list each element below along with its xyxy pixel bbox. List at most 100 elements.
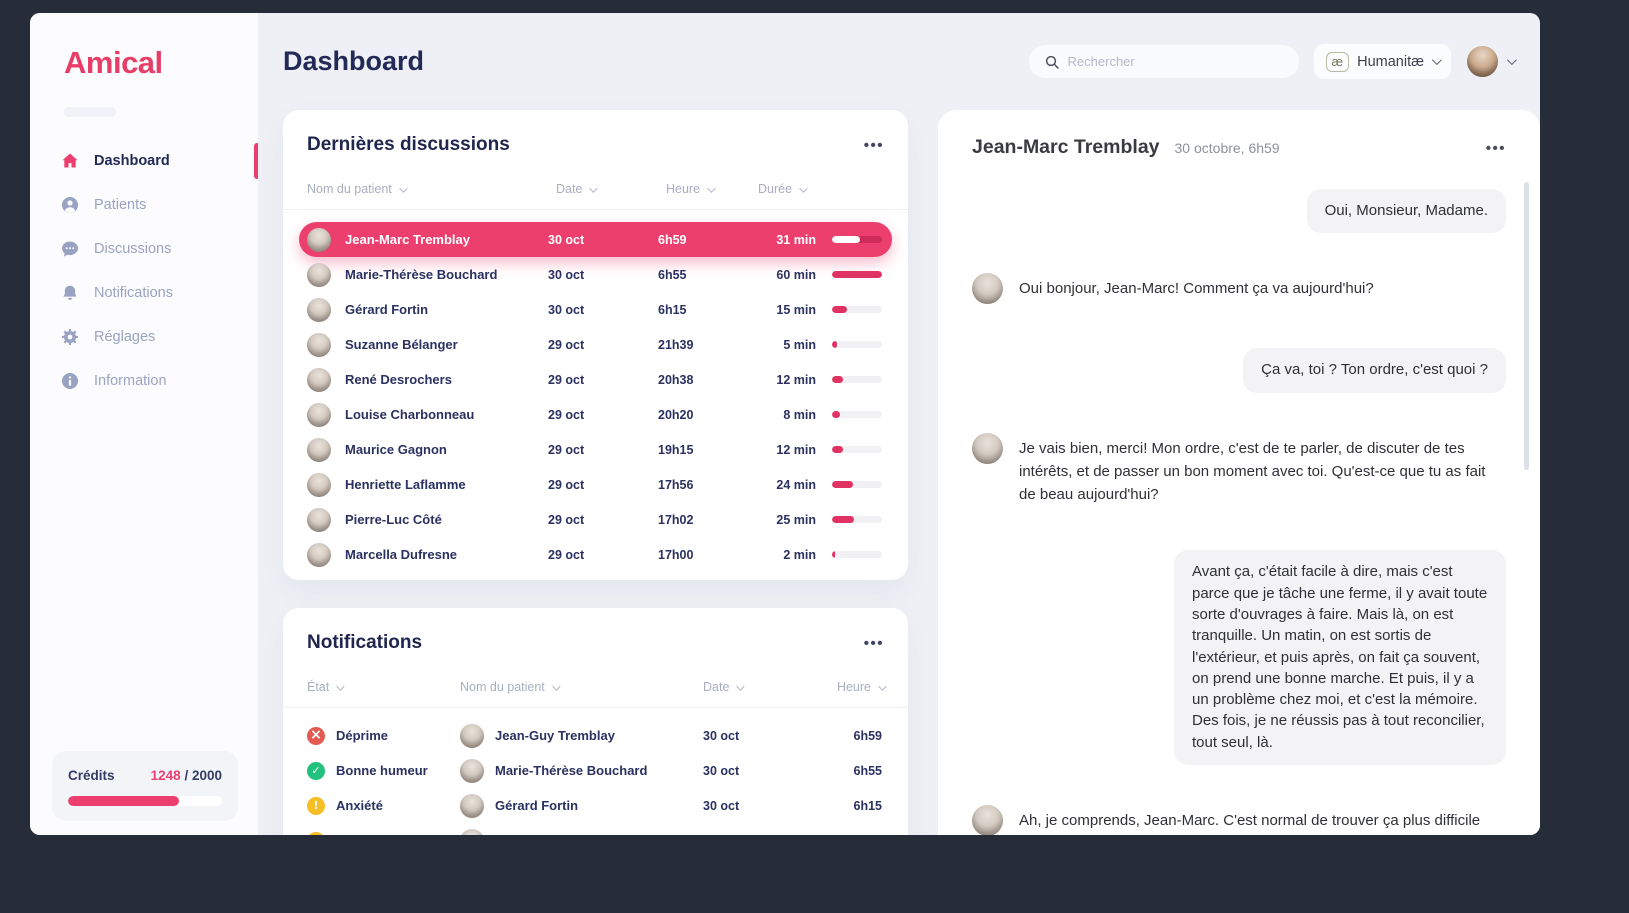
discussion-duration: 8 min: [750, 408, 816, 422]
duration-bar: [832, 306, 882, 313]
chat-messages: Oui, Monsieur, Madame. Oui bonjour, Jean…: [972, 189, 1506, 835]
sidebar-item-settings[interactable]: Réglages: [30, 315, 258, 359]
chat-scrollbar[interactable]: [1524, 182, 1529, 470]
user-menu[interactable]: [1467, 46, 1514, 77]
column-sort-duration[interactable]: Durée: [758, 182, 824, 196]
duration-bar: [832, 411, 882, 418]
sidebar: Amical Dashboard Patients Discussions No…: [30, 13, 258, 835]
discussion-duration: 25 min: [750, 513, 816, 527]
search-icon: [1045, 55, 1059, 69]
chevron-down-icon: [1507, 55, 1517, 65]
discussions-column-headers: Nom du patient Date Heure Durée: [283, 178, 908, 200]
discussion-date: 29 oct: [548, 443, 658, 457]
duration-bar: [832, 551, 882, 558]
discussion-row[interactable]: Gérard Fortin 30 oct 6h15 15 min: [299, 292, 892, 327]
sidebar-item-dashboard[interactable]: Dashboard: [30, 139, 258, 183]
status-label: Anxiété: [336, 798, 383, 813]
chat-panel: Jean-Marc Tremblay 30 octobre, 6h59 ••• …: [938, 110, 1540, 835]
patient-avatar: [307, 473, 331, 497]
credits-value: 1248 / 2000: [151, 768, 222, 783]
app-window: Amical Dashboard Patients Discussions No…: [30, 13, 1540, 835]
chat-timestamp: 30 octobre, 6h59: [1175, 140, 1280, 156]
discussion-time: 17h56: [658, 478, 750, 492]
active-indicator: [254, 143, 258, 179]
language-selector[interactable]: æ Humanitæ: [1314, 44, 1451, 79]
sidebar-item-label: Réglages: [94, 329, 155, 345]
discussion-time: 17h00: [658, 548, 750, 562]
patient-avatar: [307, 368, 331, 392]
patient-avatar: [307, 438, 331, 462]
discussion-row[interactable]: Jean-Marc Tremblay 30 oct 6h59 31 min: [299, 222, 892, 257]
duration-bar: [832, 481, 882, 488]
sidebar-item-label: Notifications: [94, 285, 173, 301]
patient-name: Marcella Dufresne: [345, 547, 457, 562]
discussions-title: Dernières discussions: [307, 134, 510, 156]
discussion-row[interactable]: Pierre-Luc Côté 29 oct 17h02 25 min: [299, 502, 892, 537]
discussion-time: 20h38: [658, 373, 750, 387]
column-sort-name[interactable]: Nom du patient: [307, 182, 556, 196]
divider: [283, 209, 908, 210]
discussion-row[interactable]: Louise Charbonneau 29 oct 20h20 8 min: [299, 397, 892, 432]
credits-progress: [68, 796, 222, 806]
discussion-row[interactable]: Henriette Laflamme 29 oct 17h56 24 min: [299, 467, 892, 502]
user-avatar: [1467, 46, 1498, 77]
search-bar[interactable]: [1028, 44, 1300, 79]
status-label: Bonne humeur: [336, 763, 428, 778]
more-menu-icon[interactable]: •••: [864, 138, 884, 153]
more-menu-icon[interactable]: •••: [864, 636, 884, 651]
notifications-title: Notifications: [307, 632, 422, 654]
chat-message: Je vais bien, merci! Mon ordre, c'est de…: [972, 437, 1506, 507]
content-area: Dernières discussions ••• Nom du patient…: [283, 110, 1540, 835]
notification-row[interactable]: Déprime Jean-Guy Tremblay 30 oct 6h59: [307, 718, 884, 753]
more-menu-icon[interactable]: •••: [1486, 141, 1506, 156]
chevron-down-icon: [590, 184, 598, 192]
message-text: Oui, Monsieur, Madame.: [1307, 189, 1506, 233]
column-sort-date[interactable]: Date: [556, 182, 666, 196]
discussion-row[interactable]: Suzanne Bélanger 29 oct 21h39 5 min: [299, 327, 892, 362]
column-sort-date[interactable]: Date: [703, 680, 815, 694]
discussion-time: 19h15: [658, 443, 750, 457]
chat-message: Avant ça, c'était facile à dire, mais c'…: [972, 550, 1506, 765]
discussion-row[interactable]: René Desrochers 29 oct 20h38 12 min: [299, 362, 892, 397]
duration-bar: [832, 271, 882, 278]
discussion-row[interactable]: Maurice Gagnon 29 oct 19h15 12 min: [299, 432, 892, 467]
duration-bar-fill: [832, 411, 840, 418]
notification-row[interactable]: Anxiété Gérard Fortin 30 oct 6h15: [307, 788, 884, 823]
credits-progress-fill: [68, 796, 179, 806]
assistant-avatar: [972, 805, 1003, 835]
sidebar-placeholder: [64, 107, 116, 117]
discussion-row[interactable]: Marie-Thérèse Bouchard 30 oct 6h55 60 mi…: [299, 257, 892, 292]
status-icon: [307, 762, 325, 780]
status-label: Anxiété: [336, 833, 383, 835]
duration-bar: [832, 236, 882, 243]
notification-row[interactable]: Bonne humeur Marie-Thérèse Bouchard 30 o…: [307, 753, 884, 788]
patient-name: Louise Charbonneau: [345, 407, 474, 422]
sidebar-item-label: Dashboard: [94, 153, 170, 169]
patient-avatar: [460, 724, 484, 748]
search-input[interactable]: [1068, 54, 1283, 69]
column-sort-time[interactable]: Heure: [815, 680, 884, 694]
duration-bar-fill: [832, 376, 843, 383]
column-sort-time[interactable]: Heure: [666, 182, 758, 196]
notifications-list: Déprime Jean-Guy Tremblay 30 oct 6h59: [307, 718, 884, 835]
patient-name: Suzanne Bélanger: [495, 833, 608, 835]
discussion-date: 29 oct: [548, 408, 658, 422]
column-sort-name[interactable]: Nom du patient: [460, 680, 703, 694]
notification-date: 29 oct: [703, 834, 815, 836]
column-sort-status[interactable]: État: [307, 680, 460, 694]
patient-name: Marie-Thérèse Bouchard: [345, 267, 497, 282]
status-label: Déprime: [336, 728, 388, 743]
patient-name: Jean-Guy Tremblay: [495, 728, 615, 743]
sidebar-item-information[interactable]: Information: [30, 359, 258, 403]
patient-avatar: [460, 794, 484, 818]
chat-message: Oui bonjour, Jean-Marc! Comment ça va au…: [972, 277, 1506, 304]
sidebar-item-notifications[interactable]: Notifications: [30, 271, 258, 315]
duration-bar: [832, 376, 882, 383]
sidebar-item-patients[interactable]: Patients: [30, 183, 258, 227]
app-logo: Amical: [64, 45, 258, 81]
notification-date: 30 oct: [703, 764, 815, 778]
assistant-avatar: [972, 273, 1003, 304]
discussion-row[interactable]: Marcella Dufresne 29 oct 17h00 2 min: [299, 537, 892, 572]
sidebar-item-discussions[interactable]: Discussions: [30, 227, 258, 271]
notification-row[interactable]: Anxiété Suzanne Bélanger 29 oct 21h39: [307, 823, 884, 835]
